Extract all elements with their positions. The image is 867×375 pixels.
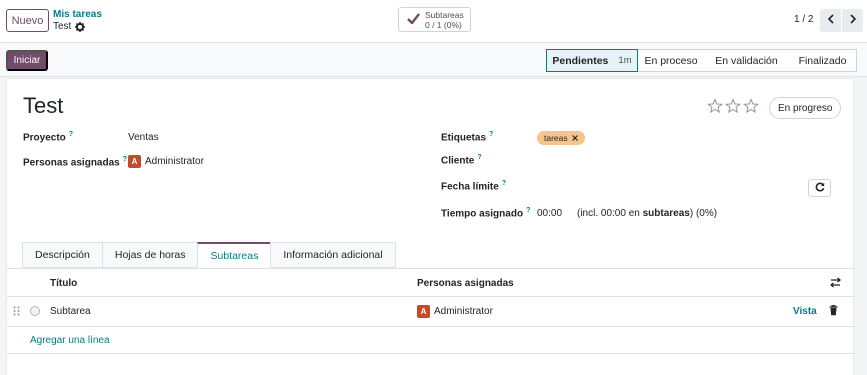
breadcrumb-current-label: Test	[53, 21, 72, 32]
column-title-header[interactable]: Título	[50, 278, 77, 289]
chevron-left-icon	[827, 14, 835, 27]
priority-stars	[707, 98, 759, 117]
help-tooltip[interactable]: ?	[526, 207, 530, 214]
deadline-label-text: Fecha límite	[441, 181, 499, 193]
customer-label: Cliente?	[441, 154, 482, 166]
allocated-time-label: Tiempo asignado?	[441, 207, 530, 219]
assignee-name: Administrator	[145, 156, 204, 168]
breadcrumb-parent-link[interactable]: Mis tareas	[53, 9, 102, 20]
assignee-tag[interactable]: A Administrator	[128, 155, 204, 168]
tag-badge[interactable]: tareas	[537, 131, 585, 145]
drag-handle-icon[interactable]	[13, 306, 20, 319]
check-icon	[407, 12, 420, 27]
subtasks-count: 0 / 1 (0%)	[425, 19, 462, 30]
refresh-button[interactable]	[808, 179, 831, 197]
subtasks-label: Subtareas	[425, 9, 464, 20]
avatar: A	[128, 155, 141, 168]
allocated-time-value[interactable]: 00:00	[537, 208, 562, 219]
tab-subtareas[interactable]: Subtareas	[197, 242, 271, 268]
close-icon[interactable]	[571, 133, 578, 143]
form-sheet: Test En progreso Proyecto? Ventas Person…	[6, 78, 855, 375]
stage-label: Finalizado	[798, 54, 847, 67]
tags-label-text: Etiquetas	[441, 132, 487, 144]
stage-duration: 1m	[618, 55, 632, 66]
control-panel: Nuevo Mis tareas Test Subtareas 0 / 1 (0…	[0, 0, 867, 43]
tab-informacion-adicional[interactable]: Información adicional	[270, 242, 396, 268]
allocated-time-label-text: Tiempo asignado	[441, 208, 524, 220]
project-value[interactable]: Ventas	[128, 132, 159, 143]
stage-label: En validación	[715, 54, 778, 67]
form-statusbar: Iniciar Pendientes 1m En proceso En vali…	[0, 43, 867, 77]
breadcrumb-current: Test	[53, 21, 86, 32]
project-label: Proyecto?	[23, 131, 73, 143]
subtask-title[interactable]: Subtarea	[50, 306, 91, 317]
new-button[interactable]: Nuevo	[6, 9, 49, 32]
table-row[interactable]: Subtarea A Administrator Vista	[7, 297, 855, 327]
allocated-note-suffix: ) (0%)	[689, 208, 718, 219]
pager-value[interactable]: 1 / 2	[794, 14, 813, 25]
star-icon[interactable]	[743, 98, 759, 117]
column-assignees-header[interactable]: Personas asignadas	[417, 278, 514, 289]
gear-icon[interactable]	[75, 21, 86, 32]
chevron-right-icon	[849, 14, 857, 27]
tags-label: Etiquetas?	[441, 131, 493, 143]
project-label-text: Proyecto	[23, 132, 66, 144]
help-tooltip[interactable]: ?	[489, 131, 493, 138]
stage-label: En proceso	[644, 54, 698, 67]
stage-pendientes[interactable]: Pendientes 1m	[546, 49, 638, 72]
help-tooltip[interactable]: ?	[123, 156, 127, 163]
tag-label: tareas	[544, 133, 568, 143]
table-header: Título Personas asignadas	[7, 269, 855, 297]
stage-en-validacion[interactable]: En validación	[704, 49, 789, 72]
add-line-row: Agregar una línea	[7, 327, 855, 354]
allocated-note-prefix: (incl. 00:00 en	[577, 208, 643, 219]
avatar: A	[417, 305, 430, 318]
add-line-link[interactable]: Agregar una línea	[30, 335, 110, 346]
subtask-assignee-name: Administrator	[434, 306, 493, 318]
task-title[interactable]: Test	[23, 93, 63, 119]
stage-en-proceso[interactable]: En proceso	[638, 49, 704, 72]
pager-previous-button[interactable]	[820, 9, 841, 32]
deadline-label: Fecha límite?	[441, 180, 506, 192]
star-icon[interactable]	[707, 98, 723, 117]
refresh-icon	[815, 182, 825, 195]
customer-label-text: Cliente	[441, 155, 475, 167]
star-icon[interactable]	[725, 98, 741, 117]
subtasks-smart-button[interactable]: Subtareas 0 / 1 (0%)	[398, 7, 471, 32]
help-tooltip[interactable]: ?	[502, 180, 506, 187]
allocated-time-note: (incl. 00:00 en subtareas) (0%)	[577, 208, 717, 219]
start-button[interactable]: Iniciar	[6, 50, 48, 71]
notebook-tabs: Descripción Hojas de horas Subtareas Inf…	[22, 242, 396, 268]
assignees-label: Personas asignadas?	[23, 156, 127, 168]
trash-icon[interactable]	[829, 305, 838, 319]
stage-selector: Pendientes 1m En proceso En validación F…	[546, 49, 857, 72]
allocated-note-bold: subtareas	[642, 208, 690, 219]
state-radio[interactable]	[30, 306, 40, 316]
state-pill[interactable]: En progreso	[769, 97, 842, 119]
pager-next-button[interactable]	[842, 9, 863, 32]
help-tooltip[interactable]: ?	[477, 154, 481, 161]
view-button[interactable]: Vista	[793, 306, 817, 317]
tab-descripcion[interactable]: Descripción	[22, 242, 102, 268]
stage-finalizado[interactable]: Finalizado	[789, 49, 857, 72]
optional-columns-icon[interactable]	[829, 277, 842, 291]
stage-label: Pendientes	[552, 54, 609, 67]
help-tooltip[interactable]: ?	[69, 131, 73, 138]
subtask-assignee[interactable]: A Administrator	[417, 305, 493, 318]
assignees-label-text: Personas asignadas	[23, 157, 120, 169]
tab-hojas-de-horas[interactable]: Hojas de horas	[101, 242, 198, 268]
